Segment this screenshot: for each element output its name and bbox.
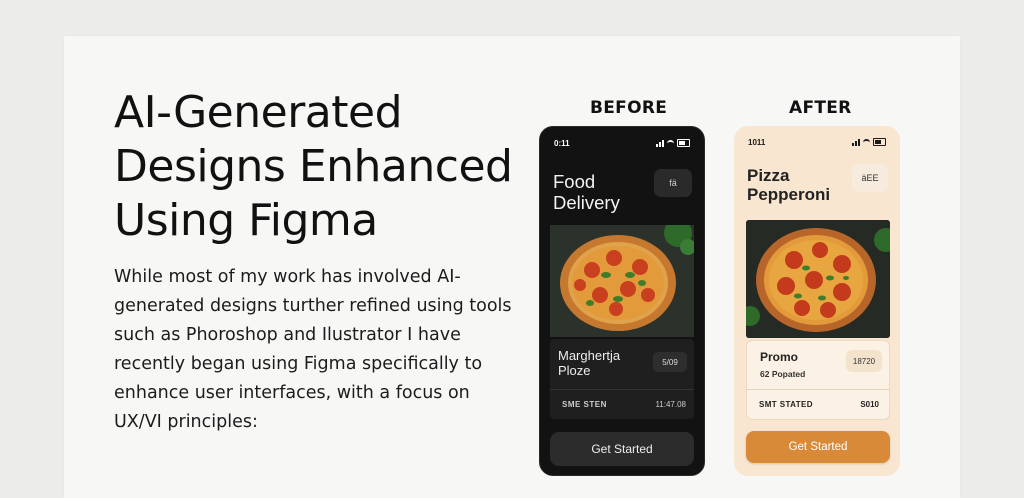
status-time: 0:11 <box>554 138 570 148</box>
app-title: Pizza Pepperoni <box>747 166 830 204</box>
headline-line: AI-Generated <box>114 87 403 138</box>
app-title-line: Food <box>553 171 596 192</box>
detail-label: SME STEN <box>562 400 607 409</box>
detail-label: SMT STATED <box>759 400 813 409</box>
description-line: generated designs turther refined using … <box>114 296 512 316</box>
price-badge: 5/09 <box>653 352 687 372</box>
headline-line: Using Figma <box>114 195 378 246</box>
status-bar: 1011 <box>748 136 886 148</box>
battery-icon <box>873 138 886 146</box>
app-title-line: Pizza <box>747 166 790 185</box>
wifi-icon <box>863 138 870 146</box>
menu-button[interactable]: äEE <box>852 164 888 192</box>
description: While most of my work has involved AI- g… <box>114 263 524 437</box>
item-name-line: Marghertja <box>558 348 621 363</box>
wifi-icon <box>667 139 674 147</box>
signal-icon <box>852 138 860 146</box>
item-name: Promo <box>760 350 799 364</box>
description-line: enhance user interfaces, with a focus on <box>114 383 470 403</box>
app-title-line: Delivery <box>553 192 620 213</box>
headline: AI-Generated Designs Enhanced Using Figm… <box>114 86 534 248</box>
item-details-row: SMT STATED S010 <box>747 389 889 420</box>
description-line: UX/VI principles: <box>114 412 258 432</box>
battery-icon <box>677 139 690 147</box>
detail-value: S010 <box>860 400 879 409</box>
status-icons <box>852 138 886 146</box>
pizza-image <box>550 225 694 337</box>
detail-value: 11:47.08 <box>655 400 686 409</box>
item-name-line: Ploze <box>558 363 591 378</box>
get-started-button[interactable]: Get Started <box>746 431 890 463</box>
app-title-line: Pepperoni <box>747 185 831 204</box>
description-line: recently began using Figma specifically … <box>114 354 483 374</box>
status-icons <box>656 139 690 147</box>
status-bar: 0:11 <box>554 137 690 149</box>
before-label: BEFORE <box>590 98 668 118</box>
description-line: While most of my work has involved AI- <box>114 267 461 287</box>
description-line: such as Phoroshop and Ilustrator I have <box>114 325 461 345</box>
pizza-image <box>746 220 890 338</box>
after-label: AFTER <box>789 98 852 118</box>
item-details-row: SME STEN 11:47.08 <box>550 389 694 420</box>
after-phone-mockup: 1011 Pizza Pepperoni äEE Promo 62 Popate… <box>734 126 900 476</box>
pizza-photo <box>550 225 694 337</box>
status-time: 1011 <box>748 137 766 147</box>
item-subtitle: 62 Popated <box>760 369 806 379</box>
app-title: Food Delivery <box>553 171 620 213</box>
item-card[interactable]: Promo 62 Popated 18720 SMT STATED S010 <box>746 340 890 420</box>
signal-icon <box>656 139 664 147</box>
price-badge: 18720 <box>846 350 882 372</box>
get-started-button[interactable]: Get Started <box>550 432 694 466</box>
menu-button[interactable]: fä <box>654 169 692 197</box>
item-card[interactable]: Marghertja Ploze 5/09 SME STEN 11:47.08 <box>550 339 694 419</box>
headline-line: Designs Enhanced <box>114 141 513 192</box>
item-name: Marghertja Ploze <box>558 348 620 378</box>
before-phone-mockup: 0:11 Food Delivery fä Marghertja Ploze 5… <box>539 126 705 476</box>
pizza-photo <box>746 220 890 338</box>
